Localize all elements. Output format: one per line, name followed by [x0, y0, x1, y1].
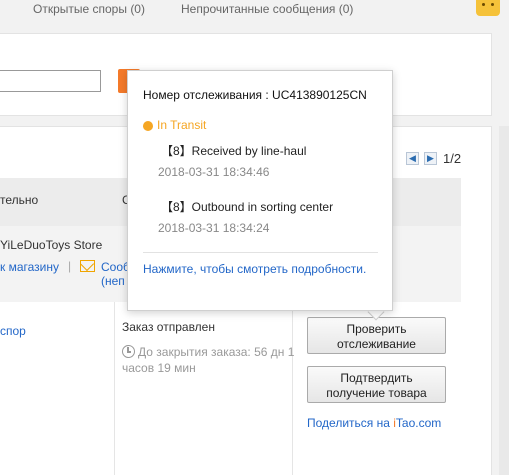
fox-mascot-icon[interactable] — [476, 0, 500, 16]
message-link-unread[interactable]: (неп — [101, 274, 125, 288]
top-navigation: Открытые споры (0) Непрочитанные сообщен… — [0, 0, 509, 22]
confirm-receipt-label-1: Подтвердить — [340, 371, 413, 385]
tracking-event-time: 2018-03-31 18:34:24 — [158, 221, 270, 235]
open-disputes-link[interactable]: Открытые споры (0) — [33, 2, 145, 16]
store-name[interactable]: YiLeDuoToys Store — [0, 238, 102, 252]
tracking-event-title: 【8】Outbound in sorting center — [161, 200, 334, 214]
share-prefix: Поделиться на — [307, 416, 394, 430]
tracking-status: In Transit — [157, 118, 207, 132]
right-scroll-strip — [499, 126, 509, 475]
view-details-link[interactable]: Нажмите, чтобы смотреть подробности. — [143, 262, 366, 276]
order-close-countdown: До закрытия заказа: 56 дн 1 часов 19 мин — [122, 344, 297, 376]
check-tracking-button[interactable]: Проверить отслеживание — [307, 317, 446, 354]
order-status: Заказ отправлен — [122, 320, 215, 334]
link-separator: | — [68, 259, 72, 273]
confirm-receipt-button[interactable]: Подтвердить получение товара — [307, 366, 446, 403]
popup-divider — [143, 252, 378, 253]
status-dot-icon — [143, 121, 153, 131]
message-link[interactable]: Сооб — [101, 260, 130, 274]
check-tracking-label-1: Проверить — [346, 322, 407, 336]
tracking-event-title: 【8】Received by line-haul — [161, 144, 307, 158]
tracking-number: Номер отслеживания : UC413890125CN — [143, 88, 367, 102]
chevron-right-icon[interactable]: ▶ — [424, 152, 437, 165]
check-tracking-label-2: отслеживание — [337, 337, 416, 351]
clock-icon — [122, 345, 135, 358]
column-divider — [114, 302, 115, 475]
go-to-store-link[interactable]: к магазину — [0, 260, 59, 274]
envelope-icon — [80, 260, 95, 272]
share-itao-link[interactable]: Поделиться на iTao.com — [307, 416, 441, 430]
unread-messages-link[interactable]: Непрочитанные сообщения (0) — [181, 2, 353, 16]
column-divider — [292, 302, 293, 475]
header-column-1: тельно — [0, 193, 39, 207]
order-search-input[interactable] — [0, 70, 101, 92]
tracking-event-time: 2018-03-31 18:34:46 — [158, 165, 270, 179]
tracking-popup: Номер отслеживания : UC413890125CN In Tr… — [127, 70, 393, 311]
share-brand-rest: Tao.com — [395, 416, 442, 430]
chevron-left-icon[interactable]: ◀ — [406, 152, 419, 165]
page-indicator: 1/2 — [443, 151, 462, 166]
countdown-text: До закрытия заказа: 56 дн 1 часов 19 мин — [122, 345, 295, 375]
open-dispute-link[interactable]: спор — [0, 324, 26, 338]
confirm-receipt-label-2: получение товара — [326, 386, 427, 400]
